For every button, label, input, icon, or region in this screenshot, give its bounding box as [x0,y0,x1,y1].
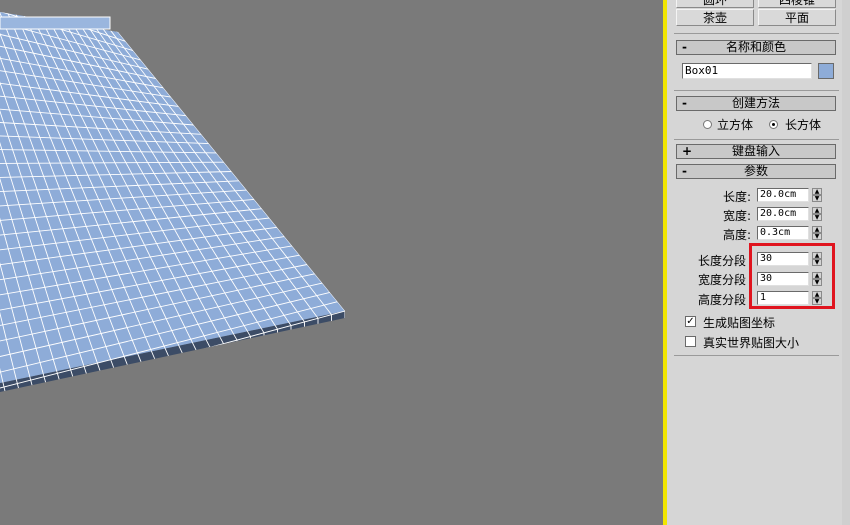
length-label: 长度: [723,190,752,204]
rollout-collapse-sign: - [682,96,687,110]
radio-cube[interactable] [703,120,712,129]
height-spinner[interactable]: ▲ ▼ [812,226,822,240]
radio-box-label: 长方体 [785,118,822,132]
real-world-map-size-checkbox[interactable] [685,336,696,347]
object-name-input[interactable]: Box01 [682,63,812,79]
rollout-name-color[interactable]: - 名称和颜色 [676,40,836,55]
perspective-viewport[interactable] [0,0,663,525]
divider [674,355,839,356]
gen-map-coords-checkbox[interactable]: ✓ [685,316,696,327]
height-segs-label: 高度分段 [698,293,747,307]
divider [674,90,839,91]
plane-button[interactable]: 平面 [758,9,836,26]
spinner-up-icon[interactable]: ▲ [812,226,822,233]
divider [674,139,839,140]
width-label: 宽度: [723,209,752,223]
gen-map-coords-label: 生成贴图坐标 [703,316,776,330]
divider [674,33,839,34]
rollout-title: 名称和颜色 [725,40,786,54]
spinner-up-icon[interactable]: ▲ [812,207,822,214]
length-segs-label: 长度分段 [698,254,747,268]
length-spinner[interactable]: ▲ ▼ [812,188,822,202]
object-color-swatch[interactable] [818,63,834,79]
rollout-expand-sign: + [682,144,693,158]
spinner-down-icon[interactable]: ▼ [812,214,822,221]
rollout-collapse-sign: - [682,164,687,178]
width-spinner[interactable]: ▲ ▼ [812,207,822,221]
width-segs-label: 宽度分段 [698,273,747,287]
pyramid-button[interactable]: 四棱锥 [758,0,836,8]
rollout-creation-method[interactable]: - 创建方法 [676,96,836,111]
spinner-up-icon[interactable]: ▲ [812,188,822,195]
height-label: 高度: [723,228,752,242]
real-world-map-size-label: 真实世界贴图大小 [703,336,800,350]
rollout-parameters[interactable]: - 参数 [676,164,836,179]
rollout-title: 键盘输入 [731,144,780,158]
rollout-title: 创建方法 [731,96,780,110]
length-input[interactable]: 20.0cm [757,188,809,202]
mesh-selected-edge [0,16,111,30]
radio-cube-label: 立方体 [717,118,754,132]
panel-scrollbar[interactable] [842,0,850,525]
segments-highlight-box [749,243,835,309]
spinner-down-icon[interactable]: ▼ [812,233,822,240]
rollout-collapse-sign: - [682,40,687,54]
teapot-button[interactable]: 茶壶 [676,9,754,26]
radio-box[interactable] [769,120,778,129]
height-input[interactable]: 0.3cm [757,226,809,240]
box-mesh[interactable] [0,0,663,525]
spinner-down-icon[interactable]: ▼ [812,195,822,202]
rollout-title: 参数 [743,164,768,178]
width-input[interactable]: 20.0cm [757,207,809,221]
rollout-keyboard-entry[interactable]: + 键盘输入 [676,144,836,159]
torus-button[interactable]: 圆环 [676,0,754,8]
